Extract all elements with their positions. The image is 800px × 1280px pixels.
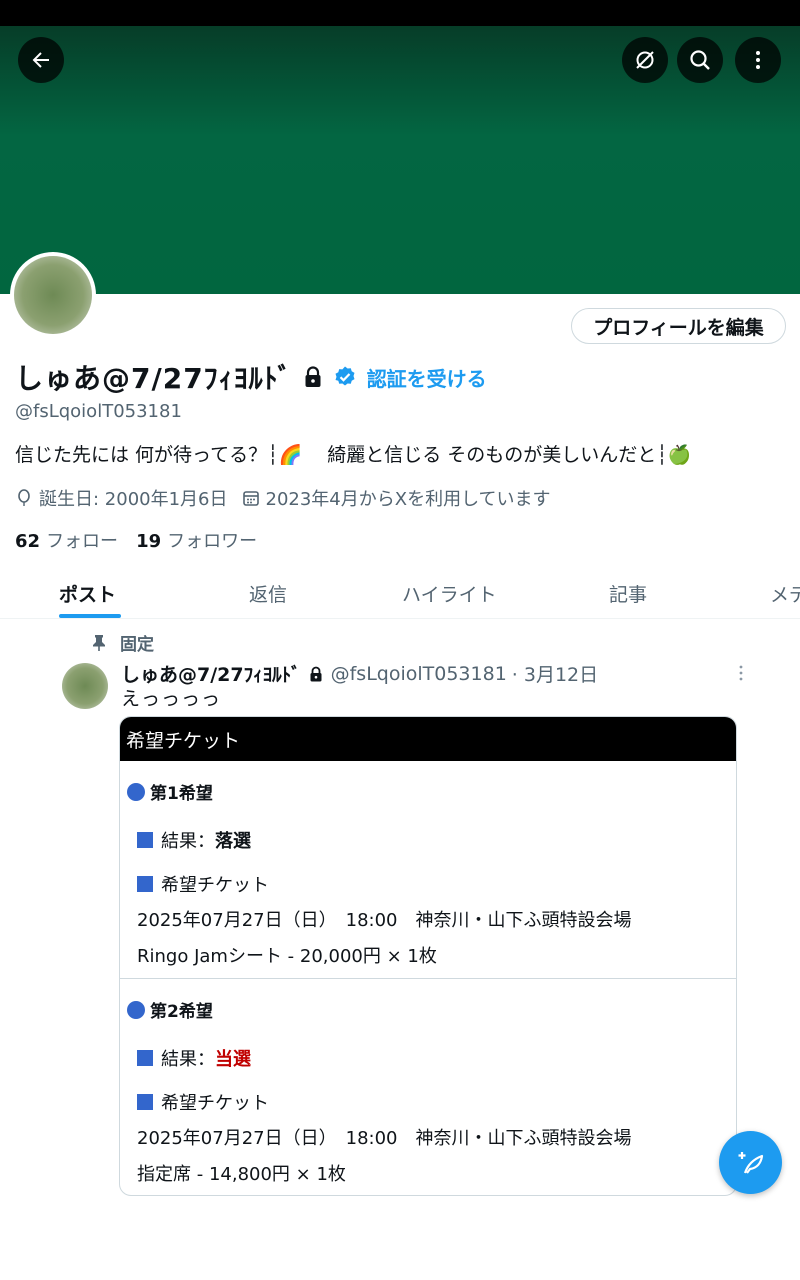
search-button[interactable] (677, 37, 723, 83)
birthday-text: 誕生日: 2000年1月6日 (39, 489, 228, 510)
followers-link[interactable]: 19 フォロワー (136, 527, 257, 553)
compose-post-button[interactable] (719, 1131, 782, 1194)
more-vertical-icon (756, 51, 760, 69)
choice-title: 第2希望 (127, 997, 213, 1022)
result-line: 結果： 当選 (137, 1045, 251, 1071)
tab-replies[interactable]: 返信 (249, 568, 287, 618)
result-line: 結果： 落選 (137, 827, 251, 853)
more-options-button[interactable] (735, 37, 781, 83)
seat-info: Ringo Jamシート - 20,000円 × 1枚 (137, 946, 437, 967)
ticket-choice-2: 第2希望 結果： 当選 希望チケット 2025年07月27日（日） 18:00 神… (120, 979, 736, 1195)
blue-square-icon (137, 1094, 153, 1110)
profile-bio: 信じた先には 何が待ってる？┆🌈 綺麗と信じる そのものが美しいんだと┆🍏 (15, 444, 692, 466)
follow-stats: 62 フォロー 19 フォロワー (15, 527, 257, 553)
status-bar (0, 0, 800, 26)
blue-square-icon (137, 1050, 153, 1066)
tab-highlights[interactable]: ハイライト (402, 568, 497, 618)
tab-articles[interactable]: 記事 (609, 568, 647, 618)
circle-slash-icon (636, 51, 654, 69)
ticket-label-line: 希望チケット (137, 1089, 269, 1115)
profile-meta: 誕生日: 2000年1月6日 2023年4月からXを利用しています (15, 485, 551, 511)
blue-square-icon (137, 832, 153, 848)
tab-posts[interactable]: ポスト (59, 568, 116, 618)
profile-tabs: ポスト 返信 ハイライト 記事 メディア (0, 568, 800, 619)
back-button[interactable] (18, 37, 64, 83)
profile-name-row: しゅあ@7/27ﾌｨﾖﾙﾄﾞ 認証を受ける (15, 357, 487, 397)
edit-profile-button[interactable]: プロフィールを編集 (571, 308, 786, 344)
post-author-handle[interactable]: @fsLqoiolT053181 (331, 663, 507, 685)
post-image-ticket[interactable]: 希望チケット 第1希望 結果： 落選 希望チケット 2025年07月27日（日） … (119, 716, 737, 1196)
pinned-indicator: 固定 (92, 630, 154, 655)
get-verified-link[interactable]: 認証を受ける (367, 363, 487, 392)
post-author-name[interactable]: しゅあ@7/27ﾌｨﾖﾙﾄﾞ (121, 660, 301, 687)
choice-title: 第1希望 (127, 779, 213, 804)
tab-media[interactable]: メディア (770, 568, 800, 618)
compose-post-icon (738, 1151, 763, 1174)
verified-badge-icon (335, 366, 355, 386)
blue-square-icon (137, 876, 153, 892)
more-vertical-icon[interactable] (734, 664, 748, 682)
lock-icon (305, 366, 321, 387)
avatar[interactable] (10, 252, 96, 338)
post-header: しゅあ@7/27ﾌｨﾖﾙﾄﾞ @fsLqoiolT053181 · 3月12日 (121, 660, 598, 687)
balloon-icon (18, 489, 30, 506)
display-name: しゅあ@7/27ﾌｨﾖﾙﾄﾞ (15, 362, 293, 395)
result-status: 当選 (215, 1049, 251, 1070)
result-status: 落選 (215, 831, 251, 852)
post-avatar[interactable] (62, 663, 108, 709)
blue-dot-icon (127, 782, 145, 801)
following-link[interactable]: 62 フォロー (15, 527, 118, 553)
ticket-choice-1: 第1希望 結果： 落選 希望チケット 2025年07月27日（日） 18:00 神… (120, 761, 736, 979)
back-arrow-icon (32, 52, 49, 68)
seat-info: 指定席 - 14,800円 × 1枚 (137, 1164, 346, 1185)
ticket-label-line: 希望チケット (137, 871, 269, 897)
active-tab-indicator (59, 614, 121, 618)
circle-slash-button[interactable] (622, 37, 668, 83)
blue-dot-icon (127, 1000, 145, 1019)
datetime-venue: 2025年07月27日（日） 18:00 神奈川・山下ふ頭特設会場 (137, 910, 632, 931)
calendar-icon (242, 491, 259, 506)
pin-icon (93, 634, 105, 651)
profile-handle: @fsLqoiolT053181 (15, 401, 182, 422)
lock-icon (310, 666, 322, 681)
search-icon (690, 50, 710, 70)
post-date[interactable]: · 3月12日 (512, 660, 598, 687)
post-text: えっっっっ (121, 688, 222, 710)
ticket-header: 希望チケット (120, 717, 736, 761)
joined-date-text: 2023年4月からXを利用しています (265, 489, 551, 510)
datetime-venue: 2025年07月27日（日） 18:00 神奈川・山下ふ頭特設会場 (137, 1128, 632, 1149)
